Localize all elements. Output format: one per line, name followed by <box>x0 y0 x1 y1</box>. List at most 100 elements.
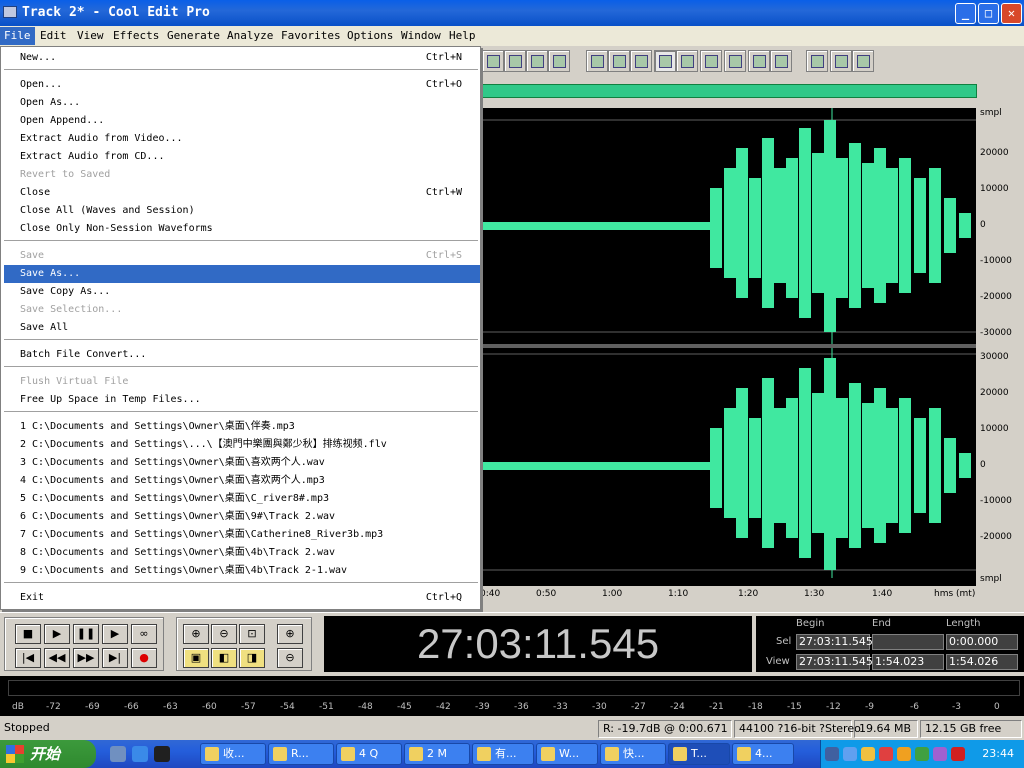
loop-button[interactable]: ∞ <box>131 624 157 644</box>
zoom-right-button[interactable]: ◨ <box>239 648 265 668</box>
quicklaunch-qq-icon[interactable] <box>154 746 170 762</box>
menu-item-exit[interactable]: Exit Ctrl+Q <box>4 589 480 607</box>
menu-item-open[interactable]: Open... Ctrl+O <box>4 76 480 94</box>
menu-item-recent-1[interactable]: 1 C:\Documents and Settings\Owner\桌面\伴奏.… <box>4 418 480 436</box>
fast-forward-button[interactable]: ▶▶ <box>73 648 99 668</box>
menu-item-extract-cd[interactable]: Extract Audio from CD... <box>4 148 480 166</box>
toolbar-button[interactable] <box>608 50 630 72</box>
toolbar-button[interactable] <box>806 50 828 72</box>
tray-icon[interactable] <box>825 747 839 761</box>
menu-effects[interactable]: Effects <box>113 29 159 42</box>
menu-item-recent-6[interactable]: 6 C:\Documents and Settings\Owner\桌面\9#\… <box>4 508 480 526</box>
tray-icon[interactable] <box>879 747 893 761</box>
time-unit-label[interactable]: hms (mt) <box>934 589 975 599</box>
menu-item-open-append[interactable]: Open Append... <box>4 112 480 130</box>
menu-item-recent-3[interactable]: 3 C:\Documents and Settings\Owner\桌面\喜欢两… <box>4 454 480 472</box>
tray-icon[interactable] <box>843 747 857 761</box>
toolbar-button[interactable] <box>700 50 722 72</box>
taskbar-item[interactable]: R... <box>268 743 334 765</box>
maximize-button[interactable]: □ <box>978 3 999 24</box>
sel-end-field[interactable] <box>872 634 944 650</box>
zoom-out-horizontal-button[interactable]: ⊖ <box>211 624 237 644</box>
toolbar-button[interactable] <box>586 50 608 72</box>
toolbar-button[interactable] <box>630 50 652 72</box>
rewind-button[interactable]: ◀◀ <box>44 648 70 668</box>
menu-edit[interactable]: Edit <box>40 29 67 42</box>
menu-options[interactable]: Options <box>347 29 393 42</box>
sel-begin-field[interactable]: 27:03:11.545 <box>796 634 873 650</box>
quicklaunch-ie-icon[interactable] <box>132 746 148 762</box>
menu-item-save-all[interactable]: Save All <box>4 319 480 337</box>
sel-length-field[interactable]: 0:00.000 <box>946 634 1018 650</box>
waveform-overview-bar[interactable] <box>480 84 977 98</box>
menu-item-open-as[interactable]: Open As... <box>4 94 480 112</box>
zoom-left-button[interactable]: ◧ <box>211 648 237 668</box>
waveform-display[interactable] <box>480 108 976 596</box>
waveform-channel-right[interactable] <box>480 348 976 578</box>
tray-icon[interactable] <box>915 747 929 761</box>
zoom-full-button[interactable]: ⊡ <box>239 624 265 644</box>
toolbar-button[interactable] <box>830 50 852 72</box>
menu-item-close-non-session[interactable]: Close Only Non-Session Waveforms <box>4 220 480 238</box>
taskbar-item[interactable]: 快... <box>600 743 666 765</box>
menu-item-free-space[interactable]: Free Up Space in Temp Files... <box>4 391 480 409</box>
menu-item-close[interactable]: Close Ctrl+W <box>4 184 480 202</box>
toolbar-button[interactable] <box>748 50 770 72</box>
taskbar-item[interactable]: 4 Q <box>336 743 402 765</box>
tray-icon[interactable] <box>861 747 875 761</box>
taskbar-item[interactable]: 4... <box>732 743 794 765</box>
toolbar-button[interactable] <box>482 50 504 72</box>
tray-icon[interactable] <box>933 747 947 761</box>
tray-icon[interactable] <box>951 747 965 761</box>
play-icon-button[interactable] <box>654 50 676 72</box>
tray-icon[interactable] <box>897 747 911 761</box>
stop-button[interactable]: ■ <box>15 624 41 644</box>
taskbar-clock[interactable]: 23:44 <box>982 747 1014 760</box>
taskbar-item[interactable]: 有... <box>472 743 534 765</box>
zoom-out-vertical-button[interactable]: ⊖ <box>277 648 303 668</box>
menu-favorites[interactable]: Favorites <box>281 29 341 42</box>
toolbar-button[interactable] <box>770 50 792 72</box>
zoom-in-vertical-button[interactable]: ⊕ <box>277 624 303 644</box>
record-button[interactable]: ● <box>131 648 157 668</box>
menu-file[interactable]: File <box>0 27 35 45</box>
start-button[interactable]: 开始 <box>0 740 96 768</box>
menu-item-recent-5[interactable]: 5 C:\Documents and Settings\Owner\桌面\C_r… <box>4 490 480 508</box>
close-button[interactable]: ✕ <box>1001 3 1022 24</box>
menu-item-new[interactable]: New... Ctrl+N <box>4 49 480 67</box>
menu-item-recent-2[interactable]: 2 C:\Documents and Settings\...\【澳門中樂團與鄭… <box>4 436 480 454</box>
menu-help[interactable]: Help <box>449 29 476 42</box>
play-to-end-button[interactable]: ▶ <box>102 624 128 644</box>
taskbar-item-active[interactable]: T... <box>668 743 730 765</box>
view-begin-field[interactable]: 27:03:11.545 <box>796 654 873 670</box>
play-button[interactable]: ▶ <box>44 624 70 644</box>
taskbar-item[interactable]: W... <box>536 743 598 765</box>
menu-analyze[interactable]: Analyze <box>227 29 273 42</box>
go-to-start-button[interactable]: |◀ <box>15 648 41 668</box>
menu-generate[interactable]: Generate <box>167 29 220 42</box>
minimize-button[interactable]: _ <box>955 3 976 24</box>
toolbar-button[interactable] <box>724 50 746 72</box>
help-icon-button[interactable] <box>852 50 874 72</box>
zoom-in-horizontal-button[interactable]: ⊕ <box>183 624 209 644</box>
zoom-icon-button[interactable] <box>676 50 698 72</box>
view-length-field[interactable]: 1:54.026 <box>946 654 1018 670</box>
menu-item-close-all[interactable]: Close All (Waves and Session) <box>4 202 480 220</box>
toolbar-button[interactable] <box>504 50 526 72</box>
go-to-end-button[interactable]: ▶| <box>102 648 128 668</box>
taskbar-item[interactable]: 收... <box>200 743 266 765</box>
menu-item-batch-convert[interactable]: Batch File Convert... <box>4 346 480 364</box>
menu-item-recent-7[interactable]: 7 C:\Documents and Settings\Owner\桌面\Cat… <box>4 526 480 544</box>
menu-window[interactable]: Window <box>401 29 441 42</box>
view-end-field[interactable]: 1:54.023 <box>872 654 944 670</box>
pause-button[interactable]: ❚❚ <box>73 624 99 644</box>
menu-item-recent-4[interactable]: 4 C:\Documents and Settings\Owner\桌面\喜欢两… <box>4 472 480 490</box>
menu-item-save-copy-as[interactable]: Save Copy As... <box>4 283 480 301</box>
menu-item-save-as[interactable]: Save As... <box>4 265 480 283</box>
menu-item-extract-video[interactable]: Extract Audio from Video... <box>4 130 480 148</box>
waveform-channel-left[interactable] <box>480 108 976 344</box>
quicklaunch-desktop-icon[interactable] <box>110 746 126 762</box>
zoom-selection-button[interactable]: ▣ <box>183 648 209 668</box>
menu-item-recent-8[interactable]: 8 C:\Documents and Settings\Owner\桌面\4b\… <box>4 544 480 562</box>
menu-item-recent-9[interactable]: 9 C:\Documents and Settings\Owner\桌面\4b\… <box>4 562 480 580</box>
